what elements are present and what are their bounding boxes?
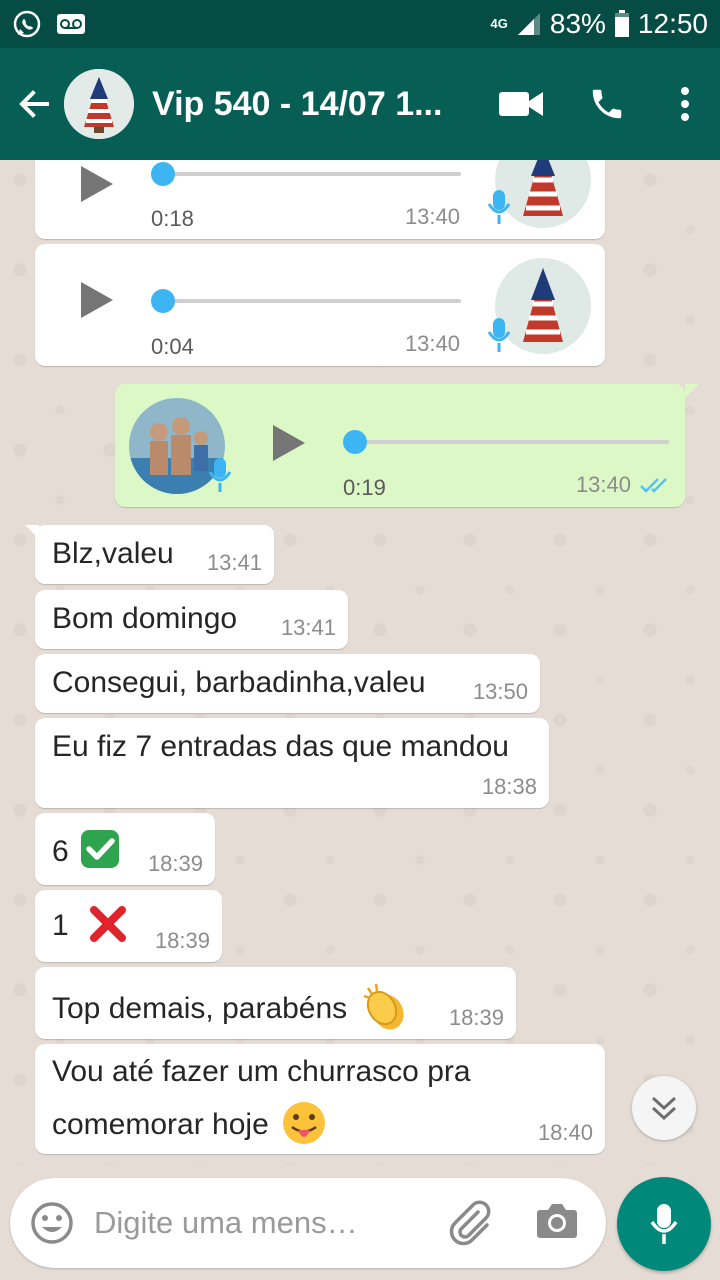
message-text: 6 xyxy=(52,828,121,870)
message-text-content: Top demais, parabéns xyxy=(52,992,348,1025)
message-text: Bom domingo xyxy=(52,602,238,635)
voice-seek-track[interactable] xyxy=(161,172,461,176)
message-time: 13:40 xyxy=(404,331,460,356)
microphone-icon xyxy=(487,318,511,352)
status-bar: 4G 83% 12:50 xyxy=(0,0,720,48)
message-incoming: Vou até fazer um churrasco pra comemorar… xyxy=(35,1044,605,1154)
more-options-button[interactable] xyxy=(650,86,720,122)
back-arrow-icon xyxy=(19,90,49,118)
play-icon xyxy=(81,282,113,318)
battery-percentage: 83% xyxy=(549,8,606,39)
voice-message-outgoing: 0:19 13:40 xyxy=(115,384,699,507)
scroll-to-bottom-button[interactable] xyxy=(632,1076,696,1140)
voice-duration: 0:19 xyxy=(343,475,386,500)
signal-strength-icon xyxy=(516,11,542,37)
camera-icon xyxy=(537,1204,577,1238)
message-time: 18:40 xyxy=(537,1120,593,1145)
paperclip-icon xyxy=(449,1200,491,1246)
message-text: Blz,valeu xyxy=(52,537,174,570)
message-incoming: Bom domingo 13:41 xyxy=(35,590,348,649)
play-icon xyxy=(81,166,113,202)
voice-seek-knob[interactable] xyxy=(151,162,175,186)
emoji-button[interactable] xyxy=(30,1201,74,1250)
message-time: 13:40 xyxy=(404,204,460,229)
voice-seek-track[interactable] xyxy=(161,299,461,303)
face-with-tongue-emoji xyxy=(283,1102,326,1144)
message-incoming: Top demais, parabéns 18:39 xyxy=(35,967,516,1039)
message-text: Consegui, barbadinha,valeu xyxy=(52,666,426,699)
voice-message-incoming: 0:18 13:40 xyxy=(35,160,605,239)
message-time: 18:39 xyxy=(154,928,210,953)
message-time: 13:41 xyxy=(206,550,262,575)
voice-seek-knob[interactable] xyxy=(343,430,367,454)
play-icon xyxy=(273,425,305,461)
read-double-check-icon xyxy=(640,478,667,493)
network-type-icon: 4G xyxy=(490,16,508,31)
message-incoming: Eu fiz 7 entradas das que mandou 18:38 xyxy=(35,718,549,808)
message-incoming: Blz,valeu 13:41 xyxy=(25,525,274,584)
cross-mark-emoji xyxy=(90,906,127,942)
group-avatar[interactable] xyxy=(64,69,134,139)
message-time: 13:50 xyxy=(472,679,528,704)
message-text: Top demais, parabéns xyxy=(52,982,410,1032)
video-call-button[interactable] xyxy=(478,90,564,118)
message-text-line: Vou até fazer um churrasco pra xyxy=(52,1055,471,1088)
smiley-icon xyxy=(31,1202,73,1244)
chat-title[interactable]: Vip 540 - 14/07 1... xyxy=(152,85,457,124)
microphone-icon xyxy=(487,190,511,224)
status-time: 12:50 xyxy=(637,8,708,39)
bubble-tail xyxy=(685,384,699,398)
phone-icon xyxy=(592,89,622,119)
voice-duration: 0:18 xyxy=(151,206,194,231)
message-composer xyxy=(10,1178,606,1268)
battery-icon xyxy=(614,10,630,38)
attach-button[interactable] xyxy=(448,1200,492,1251)
camera-button[interactable] xyxy=(536,1202,578,1245)
message-text: Vou até fazer um churrasco pra comemorar… xyxy=(52,1054,471,1146)
check-mark-button-emoji xyxy=(81,830,120,868)
message-time: 18:39 xyxy=(147,851,203,876)
message-time: 18:39 xyxy=(448,1005,504,1030)
play-button[interactable] xyxy=(75,278,119,322)
message-text-content: 6 xyxy=(52,835,69,868)
message-time: 13:40 xyxy=(575,472,631,497)
message-incoming: 6 18:39 xyxy=(35,813,215,885)
network-type-label: 4G xyxy=(490,16,508,31)
message-time: 13:41 xyxy=(280,615,336,640)
chat-messages[interactable]: 0:18 13:40 0:04 13:40 0:19 13:40 Blz,val… xyxy=(0,160,720,1165)
double-chevron-down-icon xyxy=(651,1096,677,1121)
message-text: Eu fiz 7 entradas das que mandou xyxy=(52,730,509,763)
message-text-content: comemorar hoje xyxy=(52,1108,269,1141)
voice-message-incoming: 0:04 13:40 xyxy=(35,244,605,366)
voicemail-icon xyxy=(56,13,86,35)
record-voice-button[interactable] xyxy=(617,1177,711,1271)
clapping-hands-emoji xyxy=(363,983,404,1030)
message-text: 1 xyxy=(52,905,127,944)
back-button[interactable] xyxy=(4,48,64,160)
voice-duration: 0:04 xyxy=(151,334,194,359)
message-input[interactable] xyxy=(94,1200,414,1246)
bubble-tail xyxy=(25,525,39,539)
microphone-icon xyxy=(208,458,232,492)
voice-call-button[interactable] xyxy=(564,85,650,123)
play-button[interactable] xyxy=(75,162,119,206)
voice-seek-track[interactable] xyxy=(353,440,669,444)
message-text-line: comemorar hoje xyxy=(52,1100,471,1146)
video-camera-icon xyxy=(499,92,543,116)
chat-header: Vip 540 - 14/07 1... xyxy=(0,48,720,160)
more-vertical-icon xyxy=(681,87,689,121)
whatsapp-notification-icon xyxy=(12,9,42,39)
play-button[interactable] xyxy=(267,421,311,465)
microphone-icon xyxy=(650,1204,678,1244)
voice-seek-knob[interactable] xyxy=(151,289,175,313)
message-text-content: 1 xyxy=(52,909,69,942)
message-incoming: 1 18:39 xyxy=(35,890,222,962)
message-time: 18:38 xyxy=(481,774,537,799)
message-incoming: Consegui, barbadinha,valeu 13:50 xyxy=(35,654,540,713)
